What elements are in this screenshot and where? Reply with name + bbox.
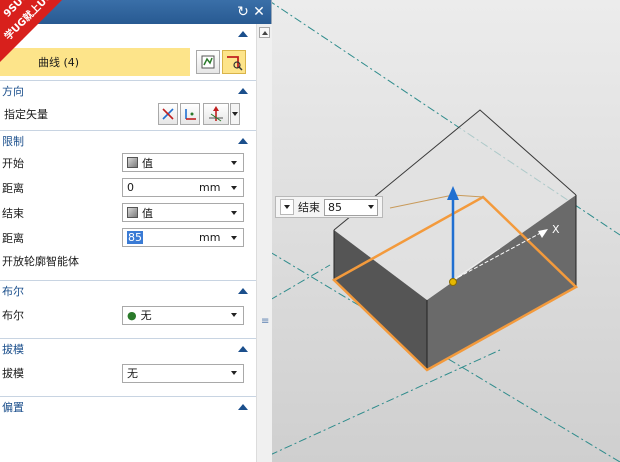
float-end-value: 85 bbox=[328, 200, 342, 214]
datum-line-lower bbox=[269, 349, 501, 456]
x-axis-label: X bbox=[552, 223, 560, 236]
group-header-limits[interactable]: 限制 bbox=[0, 130, 256, 150]
value-cube-icon bbox=[127, 157, 138, 168]
group-title-offset: 偏置 bbox=[2, 400, 24, 414]
inferred-vector-icon bbox=[209, 106, 223, 122]
close-icon[interactable]: ✕ bbox=[252, 3, 266, 21]
collapse-icon bbox=[238, 87, 248, 94]
end-distance-label: 距离 bbox=[2, 231, 24, 245]
group-header-direction[interactable]: 方向 bbox=[0, 80, 256, 100]
vector-dialog-button[interactable] bbox=[180, 103, 200, 125]
open-profile-row[interactable]: 开放轮廓智能体 bbox=[0, 250, 256, 272]
value-cube-icon bbox=[127, 207, 138, 218]
boolean-label: 布尔 bbox=[2, 309, 24, 322]
collapse-icon bbox=[238, 31, 248, 37]
start-distance-value: 0 bbox=[127, 181, 134, 194]
start-option-select[interactable]: 值 bbox=[122, 153, 244, 172]
end-option-value: 值 bbox=[142, 206, 153, 220]
graphics-viewport[interactable]: X 结束 85 bbox=[266, 0, 620, 462]
boolean-value: 无 bbox=[140, 309, 152, 322]
group-header-boolean[interactable]: 布尔 bbox=[0, 280, 256, 300]
group-title-limits: 限制 bbox=[2, 134, 24, 148]
float-end-label: 结束 bbox=[298, 201, 320, 214]
start-distance-row: 距离 0 mm bbox=[0, 175, 256, 200]
draft-select[interactable]: 无 bbox=[122, 363, 244, 383]
start-row: 开始 值 bbox=[0, 150, 256, 175]
end-distance-unit: mm bbox=[199, 231, 221, 244]
boolean-select[interactable]: ● 无 bbox=[122, 305, 244, 325]
chevron-down-icon bbox=[232, 112, 238, 116]
chevron-down-icon bbox=[231, 371, 237, 375]
chevron-down-icon bbox=[368, 205, 374, 209]
vector-label: 指定矢量 bbox=[4, 108, 48, 121]
dialog-scrollbar[interactable]: ≡ bbox=[256, 24, 272, 462]
start-distance-unit: mm bbox=[199, 181, 221, 194]
model-scene[interactable]: X bbox=[266, 0, 620, 462]
draft-row: 拔模 无 bbox=[0, 358, 256, 388]
open-profile-label: 开放轮廓智能体 bbox=[2, 255, 79, 268]
group-title-direction: 方向 bbox=[2, 84, 24, 98]
collapse-icon bbox=[238, 137, 248, 144]
end-option-select[interactable]: 值 bbox=[122, 203, 244, 222]
group-header-draft[interactable]: 拔模 bbox=[0, 338, 256, 358]
vector-row: 指定矢量 bbox=[0, 100, 256, 128]
start-distance-input[interactable]: 0 mm bbox=[122, 178, 244, 197]
sketch-section-button[interactable] bbox=[196, 50, 220, 74]
group-title-boolean: 布尔 bbox=[2, 284, 24, 298]
start-label: 开始 bbox=[2, 156, 24, 170]
chevron-down-icon bbox=[231, 313, 237, 317]
group-title-draft: 拔模 bbox=[2, 342, 24, 356]
reset-icon[interactable]: ↻ bbox=[236, 3, 250, 21]
select-curve-button[interactable] bbox=[222, 50, 246, 74]
collapse-icon bbox=[238, 345, 248, 352]
start-distance-label: 距离 bbox=[2, 181, 24, 195]
chevron-down-icon bbox=[284, 205, 290, 209]
group-header-offset[interactable]: 偏置 bbox=[0, 396, 256, 416]
end-label: 结束 bbox=[2, 206, 24, 220]
reverse-direction-icon bbox=[162, 108, 174, 120]
extrude-dialog: 拉伸 ↻ ✕ 9SUG 学UG就上UG网 截面 曲线 (4) bbox=[0, 0, 272, 462]
curve-select-icon bbox=[227, 56, 243, 71]
collapse-icon bbox=[238, 287, 248, 294]
float-end-input[interactable]: 85 bbox=[324, 198, 378, 216]
chevron-down-icon bbox=[231, 210, 237, 215]
draft-label: 拔模 bbox=[2, 367, 24, 380]
end-distance-value: 85 bbox=[127, 231, 143, 244]
chevron-down-icon bbox=[231, 185, 237, 190]
arrow-origin-point bbox=[449, 278, 457, 286]
inferred-vector-button[interactable] bbox=[203, 103, 229, 125]
sketch-icon bbox=[201, 55, 215, 69]
end-distance-input[interactable]: 85 mm bbox=[122, 228, 244, 247]
end-distance-row: 距离 85 mm bbox=[0, 225, 256, 250]
float-expand-button[interactable] bbox=[280, 199, 294, 215]
dialog-body: 截面 曲线 (4) 方向 指定矢量 限制 开始 值 距离 0 mm 结束 值 距… bbox=[0, 24, 256, 462]
collapse-icon bbox=[238, 403, 248, 410]
boolean-row: 布尔 ● 无 bbox=[0, 300, 256, 330]
reverse-direction-button[interactable] bbox=[158, 103, 178, 125]
draft-value: 无 bbox=[127, 367, 138, 380]
on-screen-input-bar: 结束 85 bbox=[275, 196, 383, 218]
chevron-down-icon bbox=[231, 160, 237, 165]
end-row: 结束 值 bbox=[0, 200, 256, 225]
scroll-grip-icon[interactable]: ≡ bbox=[261, 316, 269, 327]
vector-type-dropdown[interactable] bbox=[230, 103, 240, 125]
vector-icon bbox=[185, 109, 196, 120]
chevron-down-icon bbox=[231, 235, 237, 240]
scroll-up-button[interactable] bbox=[259, 27, 270, 38]
start-option-value: 值 bbox=[142, 156, 153, 170]
boolean-none-icon: ● bbox=[127, 308, 137, 322]
